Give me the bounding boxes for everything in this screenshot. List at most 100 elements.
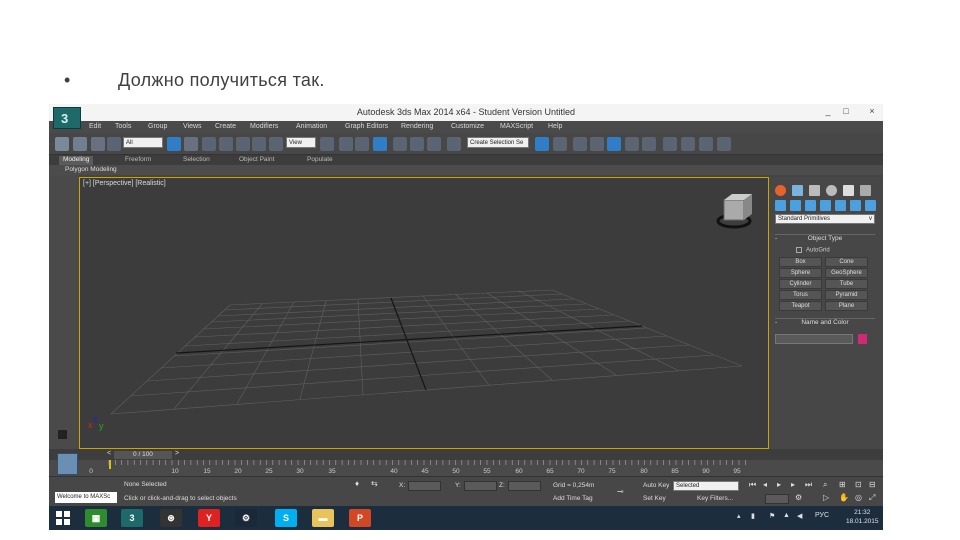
y-coordinate-input[interactable] xyxy=(464,481,497,491)
tray-expand-icon[interactable]: ▴ xyxy=(737,512,741,520)
motion-tab-icon[interactable] xyxy=(826,185,837,196)
select-rotate-icon[interactable] xyxy=(252,137,266,151)
cylinder-button[interactable]: Cylinder xyxy=(779,279,822,289)
select-manipulate-icon[interactable] xyxy=(339,137,353,151)
object-name-input[interactable] xyxy=(775,334,853,344)
auto-key-button[interactable]: Auto Key xyxy=(643,482,669,489)
window-crossing-icon[interactable] xyxy=(219,137,233,151)
spinner-snap-icon[interactable] xyxy=(427,137,441,151)
tray-volume-icon[interactable]: ◀ xyxy=(797,512,802,520)
menu-tools[interactable]: Tools xyxy=(115,123,131,130)
render-setup-icon[interactable] xyxy=(681,137,695,151)
tray-signal-icon[interactable]: ▲ xyxy=(783,512,790,519)
menu-modifiers[interactable]: Modifiers xyxy=(250,123,278,130)
close-button[interactable]: × xyxy=(867,106,877,116)
tab-modeling[interactable]: Modeling xyxy=(59,156,94,165)
pyramid-button[interactable]: Pyramid xyxy=(825,290,868,300)
object-type-rollout[interactable]: - Object Type xyxy=(775,234,875,243)
rendered-frame-window-icon[interactable] xyxy=(699,137,713,151)
cameras-icon[interactable] xyxy=(820,200,831,211)
add-time-tag[interactable]: Add Time Tag xyxy=(553,495,593,502)
snaps-toggle-icon[interactable] xyxy=(373,137,387,151)
pan-icon[interactable]: ✋ xyxy=(839,493,849,502)
undo-icon[interactable] xyxy=(55,137,69,151)
tab-freeform[interactable]: Freeform xyxy=(121,156,155,165)
lock-selection-icon[interactable]: ♦ xyxy=(355,479,359,488)
yandex-app-icon[interactable]: Y xyxy=(198,509,220,527)
primitive-category-dropdown[interactable]: Standard Primitives v xyxy=(775,214,875,224)
language-indicator[interactable]: РУС xyxy=(815,512,829,519)
sphere-button[interactable]: Sphere xyxy=(779,268,822,278)
maxscript-listener-input[interactable]: Welcome to MAXSc xyxy=(55,492,117,503)
track-bar[interactable]: 0 10 15 20 25 30 35 40 45 50 55 60 65 70… xyxy=(49,460,883,476)
3dsmax-app-icon[interactable]: 3 xyxy=(121,509,143,527)
bind-spacewarp-icon[interactable] xyxy=(107,137,121,151)
maximize-viewport-icon[interactable]: ⤢ xyxy=(869,493,875,503)
field-of-view-icon[interactable]: ▷ xyxy=(823,493,829,502)
key-icon[interactable]: ⊸ xyxy=(617,487,624,496)
unlink-icon[interactable] xyxy=(91,137,105,151)
menu-customize[interactable]: Customize xyxy=(451,123,484,130)
zoom-extents-all-icon[interactable]: ⊟ xyxy=(869,480,876,489)
go-to-start-icon[interactable]: ⏮ xyxy=(749,480,756,490)
curve-editor-icon[interactable] xyxy=(625,137,639,151)
perspective-viewport[interactable]: [+] [Perspective] [Realistic] x z y xyxy=(79,177,769,449)
tab-selection[interactable]: Selection xyxy=(179,156,214,165)
current-frame-input[interactable] xyxy=(765,494,789,504)
prev-frame-icon[interactable]: ◂ xyxy=(763,480,767,489)
systems-icon[interactable] xyxy=(865,200,876,211)
minimize-button[interactable]: _ xyxy=(823,106,833,116)
skype-app-icon[interactable]: S xyxy=(275,509,297,527)
menu-help[interactable]: Help xyxy=(548,123,562,130)
select-object-icon[interactable] xyxy=(167,137,181,151)
time-prev-button[interactable]: < xyxy=(107,450,111,457)
key-filters-button[interactable]: Key Filters... xyxy=(697,495,733,502)
keyboard-shortcut-icon[interactable] xyxy=(355,137,369,151)
zoom-icon[interactable]: ⌕ xyxy=(823,480,827,490)
panel-polygon-modeling[interactable]: Polygon Modeling xyxy=(65,166,117,173)
box-button[interactable]: Box xyxy=(779,257,822,267)
plane-button[interactable]: Plane xyxy=(825,301,868,311)
app-logo-button[interactable]: 3 xyxy=(53,107,81,129)
x-coordinate-input[interactable] xyxy=(408,481,441,491)
helpers-icon[interactable] xyxy=(835,200,846,211)
create-tab-icon[interactable] xyxy=(775,185,786,196)
transform-mode-icon[interactable]: ⇆ xyxy=(371,479,378,488)
go-to-end-icon[interactable]: ⏭ xyxy=(805,480,812,490)
layer-explorer-icon[interactable] xyxy=(573,137,587,151)
percent-snap-icon[interactable] xyxy=(410,137,424,151)
select-scale-icon[interactable] xyxy=(269,137,283,151)
set-key-button[interactable]: Set Key xyxy=(643,495,666,502)
menu-group[interactable]: Group xyxy=(148,123,167,130)
object-color-swatch[interactable] xyxy=(858,334,867,344)
orbit-icon[interactable]: ◎ xyxy=(855,493,862,502)
time-config-icon[interactable]: ⚙ xyxy=(795,493,802,502)
geometry-icon[interactable] xyxy=(775,200,786,211)
steam-app-icon[interactable]: ⚙ xyxy=(235,509,257,527)
link-icon[interactable] xyxy=(73,137,87,151)
pivot-center-icon[interactable] xyxy=(320,137,334,151)
named-selection-dropdown[interactable]: Create Selection Se xyxy=(467,137,529,148)
explorer-app-icon[interactable]: ▬ xyxy=(312,509,334,527)
viewport-menu-icon[interactable] xyxy=(58,430,67,439)
tab-object-paint[interactable]: Object Paint xyxy=(235,156,278,165)
menu-maxscript[interactable]: MAXScript xyxy=(500,123,533,130)
utilities-tab-icon[interactable] xyxy=(860,185,871,196)
ref-coord-dropdown[interactable]: View xyxy=(286,137,316,148)
time-next-button[interactable]: > xyxy=(175,450,179,457)
geosphere-button[interactable]: GeoSphere xyxy=(825,268,868,278)
tab-populate[interactable]: Populate xyxy=(303,156,337,165)
spacewarps-icon[interactable] xyxy=(850,200,861,211)
rect-selection-icon[interactable] xyxy=(202,137,216,151)
selection-filter-dropdown[interactable]: All xyxy=(123,137,163,148)
tube-button[interactable]: Tube xyxy=(825,279,868,289)
display-tab-icon[interactable] xyxy=(843,185,854,196)
lights-icon[interactable] xyxy=(805,200,816,211)
menu-edit[interactable]: Edit xyxy=(89,123,101,130)
autogrid-checkbox[interactable]: AutoGrid xyxy=(796,247,830,254)
next-frame-icon[interactable]: ▸ xyxy=(791,480,795,489)
edit-named-selection-icon[interactable] xyxy=(447,137,461,151)
steam-like-app-icon[interactable]: ⊛ xyxy=(160,509,182,527)
shapes-icon[interactable] xyxy=(790,200,801,211)
play-icon[interactable]: ▸ xyxy=(777,480,781,489)
